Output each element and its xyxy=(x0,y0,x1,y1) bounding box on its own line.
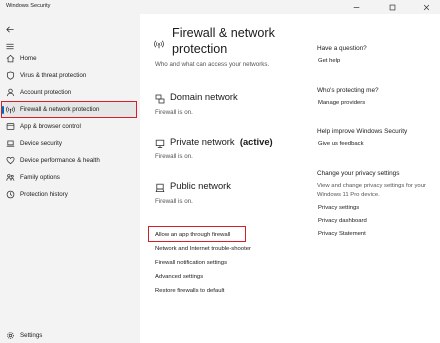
sidebar-item-label: Virus & threat protection xyxy=(20,72,87,79)
sidebar-item-virus-threat-protection[interactable]: Virus & threat protection xyxy=(2,68,136,83)
close-icon xyxy=(423,4,429,10)
give-feedback-link[interactable]: Give us feedback xyxy=(318,141,364,147)
restore-firewalls-default-link[interactable]: Restore firewalls to default xyxy=(155,288,224,294)
private-network-icon xyxy=(155,136,165,149)
minimize-icon xyxy=(353,6,359,8)
private-network-link[interactable]: Private network (active) xyxy=(170,136,273,147)
active-label: (active) xyxy=(239,136,273,147)
network-name: Private network xyxy=(170,136,235,147)
sidebar-item-app-browser-control[interactable]: App & browser control xyxy=(2,119,136,134)
family-icon xyxy=(6,173,15,182)
network-name: Domain network xyxy=(170,91,238,102)
maximize-button[interactable] xyxy=(380,0,404,14)
shield-icon xyxy=(6,71,15,80)
app-title: Windows Security xyxy=(6,3,51,9)
gear-icon xyxy=(6,331,15,340)
sidebar-item-label: Account protection xyxy=(20,89,72,96)
manage-providers-link[interactable]: Manage providers xyxy=(318,100,365,106)
sidebar-item-device-security[interactable]: Device security xyxy=(2,136,136,151)
page-subtitle: Who and what can access your networks. xyxy=(155,61,270,68)
history-icon xyxy=(6,190,15,199)
domain-network-icon xyxy=(155,91,165,104)
sidebar-item-family-options[interactable]: Family options xyxy=(2,170,136,185)
whos-protecting-me-heading: Who's protecting me? xyxy=(317,87,379,94)
sidebar-item-label: Protection history xyxy=(20,191,68,198)
app-window-icon xyxy=(6,122,15,131)
highlight-box-sidebar xyxy=(1,101,137,118)
hamburger-icon xyxy=(6,43,14,50)
home-icon xyxy=(6,54,15,63)
privacy-settings-link[interactable]: Privacy settings xyxy=(318,205,359,211)
network-troubleshooter-link[interactable]: Network and Internet trouble-shooter xyxy=(155,246,251,252)
firewall-notification-settings-link[interactable]: Firewall notification settings xyxy=(155,260,227,266)
sidebar-item-device-performance-health[interactable]: Device performance & health xyxy=(2,153,136,168)
network-name: Public network xyxy=(170,180,231,191)
privacy-dashboard-link[interactable]: Privacy dashboard xyxy=(318,218,367,224)
back-arrow-icon xyxy=(6,26,14,33)
domain-network-status: Firewall is on. xyxy=(155,109,193,116)
privacy-settings-heading: Change your privacy settings xyxy=(317,170,400,177)
person-icon xyxy=(6,88,15,97)
private-network-status: Firewall is on. xyxy=(155,153,193,160)
help-improve-heading: Help improve Windows Security xyxy=(317,128,408,135)
highlight-box-allow-app xyxy=(148,226,246,242)
close-button[interactable] xyxy=(414,0,438,14)
advanced-settings-link[interactable]: Advanced settings xyxy=(155,274,203,280)
maximize-icon xyxy=(389,4,395,10)
privacy-statement-link[interactable]: Privacy Statement xyxy=(318,231,366,237)
public-network-icon xyxy=(155,180,165,192)
sidebar: Home Virus & threat protection Account p… xyxy=(0,14,140,343)
sidebar-item-label: Settings xyxy=(20,332,43,339)
sidebar-item-label: Device security xyxy=(20,140,62,147)
sidebar-item-protection-history[interactable]: Protection history xyxy=(2,187,136,202)
get-help-link[interactable]: Get help xyxy=(318,58,340,64)
back-button[interactable] xyxy=(5,21,15,33)
sidebar-item-label: Family options xyxy=(20,174,60,181)
public-network-status: Firewall is on. xyxy=(155,198,193,205)
public-network-link[interactable]: Public network xyxy=(170,180,231,191)
page-title: Firewall & network protection xyxy=(172,26,275,56)
laptop-icon xyxy=(6,139,15,148)
sidebar-item-account-protection[interactable]: Account protection xyxy=(2,85,136,100)
have-a-question-heading: Have a question? xyxy=(317,45,367,52)
hamburger-menu-button[interactable] xyxy=(5,38,15,50)
sidebar-item-label: Device performance & health xyxy=(20,157,100,164)
minimize-button[interactable] xyxy=(344,0,368,14)
title-bar: Windows Security xyxy=(0,0,440,14)
sidebar-item-settings[interactable]: Settings xyxy=(2,328,136,343)
sidebar-item-home[interactable]: Home xyxy=(2,51,136,66)
antenna-icon xyxy=(154,36,164,49)
sidebar-item-label: App & browser control xyxy=(20,123,81,130)
sidebar-item-label: Home xyxy=(20,55,37,62)
privacy-description: View and change privacy settings for you… xyxy=(317,183,426,198)
heart-icon xyxy=(6,156,15,165)
domain-network-link[interactable]: Domain network xyxy=(170,91,238,102)
